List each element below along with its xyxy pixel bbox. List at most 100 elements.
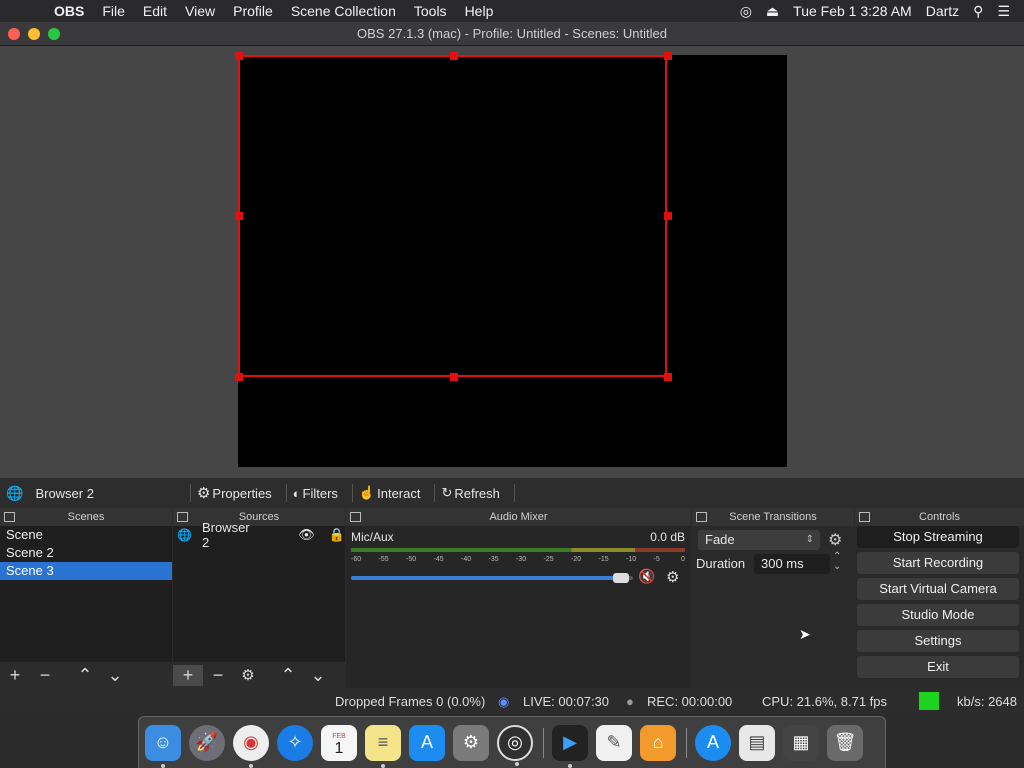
document-icon[interactable]: ▤ (739, 724, 775, 761)
remove-scene-icon[interactable]: − (30, 665, 60, 686)
scene-item-selected[interactable]: Scene 3 (0, 562, 172, 580)
start-recording-button[interactable]: Start Recording (857, 552, 1019, 574)
menu-app-name[interactable]: OBS (54, 3, 84, 19)
transition-select[interactable]: Fade ⇕ (698, 530, 820, 550)
sources-dock-header: Sources (173, 508, 345, 526)
interact-button[interactable]: ☝ Interact (359, 485, 421, 501)
resize-handle[interactable] (664, 373, 672, 381)
properties-button[interactable]: ⚙ Properties (197, 484, 272, 502)
move-source-up-icon[interactable]: ⌃ (273, 665, 303, 686)
obs-status-icon[interactable]: ◎ (740, 3, 752, 20)
resize-handle[interactable] (664, 212, 672, 220)
scenes-list[interactable]: Scene Scene 2 Scene 3 (0, 526, 172, 662)
source-properties-gear-icon[interactable]: ⚙ (233, 666, 263, 684)
exit-button[interactable]: Exit (857, 656, 1019, 678)
resize-handle[interactable] (450, 373, 458, 381)
app-store-icon[interactable]: A (409, 724, 445, 761)
undock-icon[interactable] (177, 512, 188, 522)
resize-handle[interactable] (664, 52, 672, 60)
studio-mode-button[interactable]: Studio Mode (857, 604, 1019, 626)
duration-stepper-icon[interactable]: ⌃ ⌄ (833, 552, 841, 572)
menu-scene-collection[interactable]: Scene Collection (291, 3, 396, 19)
menubar-datetime[interactable]: Tue Feb 1 3:28 AM (793, 3, 912, 19)
remove-source-icon[interactable]: − (203, 665, 233, 686)
sources-list[interactable]: 🌐 Browser 2 👁 🔒 (173, 520, 345, 662)
menu-profile[interactable]: Profile (233, 3, 273, 19)
notes-icon[interactable]: ≡ (365, 724, 401, 768)
move-source-down-icon[interactable]: ⌄ (303, 665, 333, 686)
undock-icon[interactable] (696, 512, 707, 522)
audio-settings-gear-icon[interactable]: ⚙ (666, 568, 679, 586)
eject-icon[interactable]: ⏏ (766, 3, 779, 20)
obs-icon[interactable]: ◎ (497, 724, 533, 766)
source-selection-box[interactable] (235, 52, 672, 381)
resize-handle[interactable] (235, 52, 243, 60)
move-scene-up-icon[interactable]: ⌃ (70, 665, 100, 686)
safari-icon[interactable]: ✧ (277, 724, 313, 761)
menu-help[interactable]: Help (465, 3, 494, 19)
textedit-icon[interactable]: ✎ (596, 724, 632, 761)
select-arrows-icon: ⇕ (805, 534, 814, 545)
volume-slider[interactable] (351, 573, 633, 583)
start-virtual-camera-button[interactable]: Start Virtual Camera (857, 578, 1019, 600)
menu-tools[interactable]: Tools (414, 3, 447, 19)
audio-mixer-title: Audio Mixer (489, 511, 548, 523)
undock-icon[interactable] (859, 512, 870, 522)
cpu-fps: CPU: 21.6%, 8.71 fps (762, 694, 888, 709)
selected-source-name: Browser 2 (35, 485, 94, 501)
home-icon[interactable]: ⌂ (640, 724, 676, 761)
transition-properties-gear-icon[interactable]: ⚙ (828, 530, 842, 550)
menu-edit[interactable]: Edit (143, 3, 167, 19)
move-scene-down-icon[interactable]: ⌄ (100, 665, 130, 686)
launchpad-icon[interactable]: 🚀 (189, 724, 225, 761)
resize-handle[interactable] (235, 373, 243, 381)
finder-icon[interactable]: ☺ (145, 724, 181, 768)
calendar-icon[interactable]: FEB 1 (321, 724, 357, 761)
add-source-icon[interactable]: + (173, 664, 203, 686)
menubar-user[interactable]: Dartz (926, 3, 959, 19)
globe-icon: 🌐 (6, 484, 24, 501)
volume-meter (351, 548, 685, 552)
undock-icon[interactable] (350, 512, 361, 522)
resize-handle[interactable] (235, 212, 243, 220)
settings-button[interactable]: Settings (857, 630, 1019, 652)
spotlight-icon[interactable]: ⚲ (973, 3, 983, 20)
stop-streaming-button[interactable]: Stop Streaming (857, 526, 1019, 548)
refresh-icon: ↻ (441, 485, 453, 500)
app-store-download-icon[interactable]: A (695, 724, 731, 761)
stack-icon[interactable]: ▦ (783, 724, 819, 761)
meter-scale-tick: -5 (653, 556, 660, 563)
resize-handle[interactable] (450, 52, 458, 60)
scene-item[interactable]: Scene (0, 526, 172, 544)
close-window-icon[interactable] (8, 28, 20, 40)
menu-view[interactable]: View (185, 3, 215, 19)
add-scene-icon[interactable]: + (0, 665, 30, 686)
refresh-button[interactable]: ↻ Refresh (441, 485, 499, 501)
meter-scale-tick: -20 (571, 556, 582, 563)
menu-file[interactable]: File (102, 3, 125, 19)
control-center-icon[interactable]: ☰ (997, 3, 1010, 20)
filters-label: Filters (302, 485, 338, 501)
minimize-window-icon[interactable] (28, 28, 40, 40)
system-preferences-icon[interactable]: ⚙ (453, 724, 489, 761)
globe-icon: 🌐 (177, 528, 192, 542)
lock-icon[interactable]: 🔒 (329, 527, 345, 543)
duration-input[interactable]: 300 ms (754, 554, 830, 574)
preview-area[interactable] (0, 46, 1024, 478)
audio-mixer-body: Mic/Aux 0.0 dB -60 -55 -50 -45 -40 -35 -30 -25-… (346, 526, 691, 688)
scene-item[interactable]: Scene 2 (0, 544, 172, 562)
undock-icon[interactable] (4, 512, 15, 522)
volume-slider-knob[interactable] (613, 573, 630, 583)
rec-time: REC: 00:00:00 (647, 694, 733, 709)
zoom-window-icon[interactable] (48, 28, 60, 40)
trash-icon[interactable]: 🗑 (827, 724, 863, 761)
scene-transitions-dock: Scene Transitions Fade ⇕ ⚙ Duration 300 … (692, 508, 854, 688)
muted-speaker-icon[interactable]: 🔇 (638, 568, 655, 585)
preview-canvas[interactable] (235, 52, 787, 467)
infuse-icon[interactable]: ▶ (552, 724, 588, 768)
divider (189, 484, 191, 502)
visibility-eye-icon[interactable]: 👁 (298, 527, 315, 543)
chrome-icon[interactable]: ◉ (233, 724, 269, 768)
filters-button[interactable]: ◐ Filters (293, 486, 338, 501)
source-item[interactable]: 🌐 Browser 2 👁 🔒 (173, 520, 345, 550)
